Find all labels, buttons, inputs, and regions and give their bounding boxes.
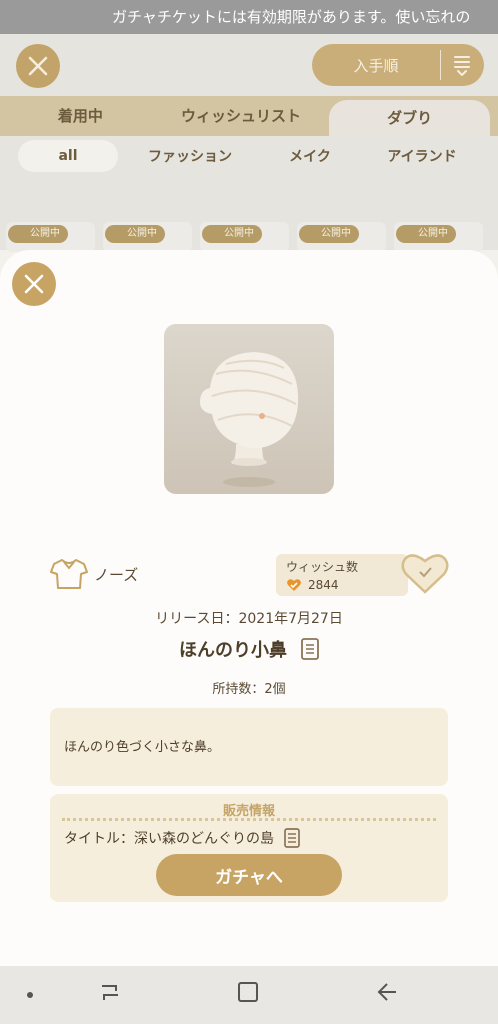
item-detail-sheet: ノーズ ウィッシュ数 2844 リリース日：2021年7月27日 ほんのり小鼻 … [0, 250, 498, 966]
close-icon [24, 274, 44, 294]
item-category: ノーズ [50, 558, 138, 590]
item-thumb[interactable]: 公開中 [200, 222, 289, 252]
sort-icon [441, 54, 483, 76]
heart-check-icon [401, 554, 449, 594]
sale-heading: 販売情報 [222, 804, 275, 819]
tab-wishlist[interactable]: ウィッシュリスト [161, 96, 322, 136]
tab-wearing[interactable]: 着用中 [0, 96, 161, 136]
tab-duplicates[interactable]: ダブり [329, 100, 491, 136]
item-thumb[interactable]: 公開中 [394, 222, 483, 252]
item-name: ほんのり小鼻 [179, 640, 287, 661]
close-button[interactable] [12, 262, 56, 306]
shirt-icon [50, 559, 88, 589]
public-badge: 公開中 [202, 225, 262, 243]
go-to-gacha-button[interactable]: ガチャへ [156, 854, 342, 896]
wish-count-box: ウィッシュ数 2844 [276, 554, 408, 596]
public-badge: 公開中 [396, 225, 456, 243]
item-thumb[interactable]: 公開中 [103, 222, 192, 252]
wish-count: 2844 [308, 578, 339, 592]
back-icon[interactable] [376, 980, 400, 1004]
sort-button[interactable]: 入手順 [312, 44, 484, 86]
document-icon[interactable] [284, 828, 300, 848]
gacha-title-row: タイトル：深い森のどんぐりの島 [64, 828, 300, 848]
release-date: リリース日：2021年7月27日 [155, 611, 343, 627]
subtab-all[interactable]: all [18, 140, 118, 172]
document-icon[interactable] [301, 638, 319, 660]
wish-label: ウィッシュ数 [286, 560, 359, 574]
recent-apps-icon[interactable] [98, 980, 122, 1006]
dot-icon[interactable] [26, 991, 34, 999]
background-close-button[interactable] [16, 44, 60, 88]
owned-count: 所持数：2個 [212, 682, 286, 697]
subtab-makeup[interactable]: メイク [270, 146, 350, 166]
notice-ticker: ガチャチケットには有効期限があります。使い忘れの [0, 0, 498, 34]
wishlist-heart-button[interactable] [400, 550, 450, 596]
item-grid: 公開中 公開中 公開中 公開中 公開中 [6, 222, 498, 252]
category-label: ノーズ [94, 565, 139, 584]
item-name-row: ほんのり小鼻 [0, 636, 498, 662]
subtab-fashion[interactable]: ファッション [140, 146, 240, 166]
subtab-island[interactable]: アイランド [372, 146, 472, 166]
item-thumb[interactable]: 公開中 [6, 222, 95, 252]
description-box: ほんのり色づく小さな鼻。 [50, 708, 448, 786]
item-thumb[interactable]: 公開中 [297, 222, 386, 252]
item-image [164, 324, 334, 494]
sale-info-box: 販売情報 タイトル：深い森のどんぐりの島 ガチャへ [50, 794, 448, 902]
dotted-divider [62, 818, 436, 821]
sort-label: 入手順 [353, 56, 399, 75]
close-icon [28, 56, 48, 76]
system-nav-bar [0, 966, 498, 1024]
category-tabs: all ファッション メイク アイランド [0, 136, 498, 176]
main-tabs: 着用中 ウィッシュリスト ダブり [0, 96, 498, 136]
home-icon[interactable] [237, 980, 259, 1004]
heart-badge-icon [287, 579, 301, 591]
gacha-title: タイトル：深い森のどんぐりの島 [64, 831, 274, 847]
public-badge: 公開中 [299, 225, 359, 243]
public-badge: 公開中 [105, 225, 165, 243]
public-badge: 公開中 [8, 225, 68, 243]
item-description: ほんのり色づく小さな鼻。 [64, 740, 221, 755]
